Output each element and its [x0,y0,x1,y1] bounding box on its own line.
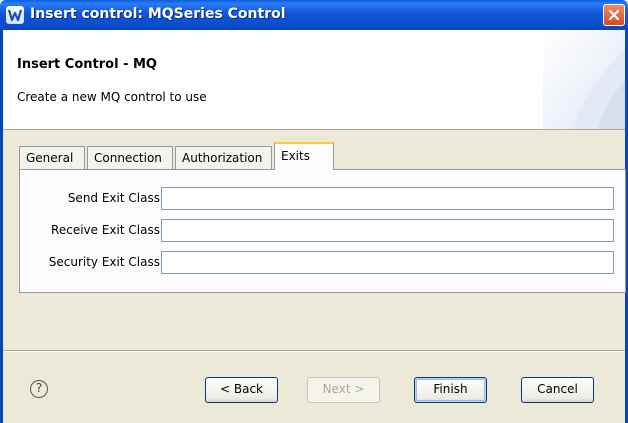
window-title: Insert control: MQSeries Control [30,6,286,22]
page-title: Insert Control - MQ [17,57,157,72]
exits-panel: Send Exit Class: Receive Exit Class: Sec… [19,169,626,293]
tab-exits[interactable]: Exits [274,142,334,170]
banner-graphic [543,30,625,129]
receive-exit-input[interactable] [161,219,614,242]
tab-general[interactable]: General [19,146,85,170]
next-button[interactable]: Next > [307,377,380,403]
workshop-w-icon [6,6,24,24]
back-button[interactable]: < Back [205,377,278,403]
wizard-header: Insert Control - MQ Create a new MQ cont… [3,30,625,130]
security-exit-label: Security Exit Class: [48,255,164,269]
security-exit-input[interactable] [161,251,614,274]
close-button[interactable] [603,4,625,26]
receive-exit-row: Receive Exit Class: [20,219,620,243]
receive-exit-label: Receive Exit Class: [51,223,164,237]
close-icon [608,9,620,21]
page-description: Create a new MQ control to use [17,90,207,104]
send-exit-label: Send Exit Class: [67,191,164,205]
cancel-button[interactable]: Cancel [521,377,594,403]
tab-connection[interactable]: Connection [87,146,173,170]
finish-button[interactable]: Finish [414,377,487,403]
send-exit-input[interactable] [161,187,614,210]
footer-divider [3,350,625,352]
title-bar[interactable]: Insert control: MQSeries Control [0,0,628,30]
help-icon[interactable]: ? [30,380,48,398]
send-exit-row: Send Exit Class: [20,187,620,211]
security-exit-row: Security Exit Class: [20,251,620,275]
tab-authorization[interactable]: Authorization [175,146,272,170]
